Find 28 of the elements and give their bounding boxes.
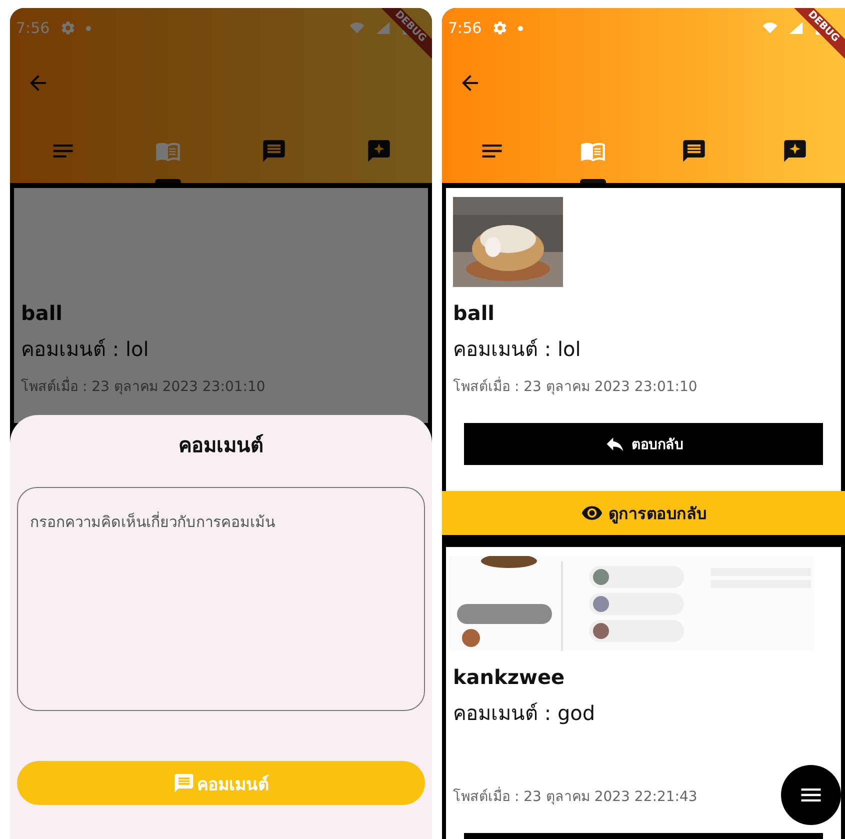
posted-date: โพสต์เมื่อ : 23 ตุลาคม 2023 23:01:10 (453, 375, 698, 397)
status-time: 7:56 (16, 19, 50, 37)
author-name: kankzwee (453, 665, 566, 689)
sheet-title: คอมเมนต์ (178, 432, 264, 459)
notification-dot-icon (86, 26, 91, 30)
view-replies-button[interactable]: ดูการตอบกลับ (442, 491, 845, 535)
settings-icon (492, 20, 508, 36)
posted-date: โพสต์เมื่อ : 23 ตุลาคม 2023 22:21:43 (453, 785, 698, 807)
chat-bubble-icon (260, 138, 287, 164)
reply-button[interactable]: ตอบกลับ (464, 423, 823, 465)
sparkle-chat-icon (782, 138, 808, 164)
signal-icon (375, 20, 391, 36)
settings-icon (60, 20, 76, 36)
status-time: 7:56 (448, 19, 482, 37)
comment-field[interactable]: กรอกความคิดเห็นเกี่ยวกับการคอมเม้น (17, 487, 425, 711)
posted-date: โพสต์เมื่อ : 23 ตุลาคม 2023 23:01:10 (21, 375, 266, 397)
chat-bubble-icon (680, 138, 707, 164)
notification-dot-icon (518, 26, 523, 30)
signal-icon (788, 20, 804, 36)
sparkle-chat-icon (366, 138, 392, 164)
wifi-icon (349, 20, 365, 36)
comment-text: คอมเมนต์ : lol (21, 336, 150, 363)
comment-text: คอมเมนต์ : god (453, 700, 596, 727)
wifi-icon (762, 20, 778, 36)
author-name: ball (21, 301, 64, 325)
comment-text: คอมเมนต์ : lol (453, 336, 582, 363)
author-name: ball (453, 301, 496, 325)
comment-icon (173, 772, 195, 794)
